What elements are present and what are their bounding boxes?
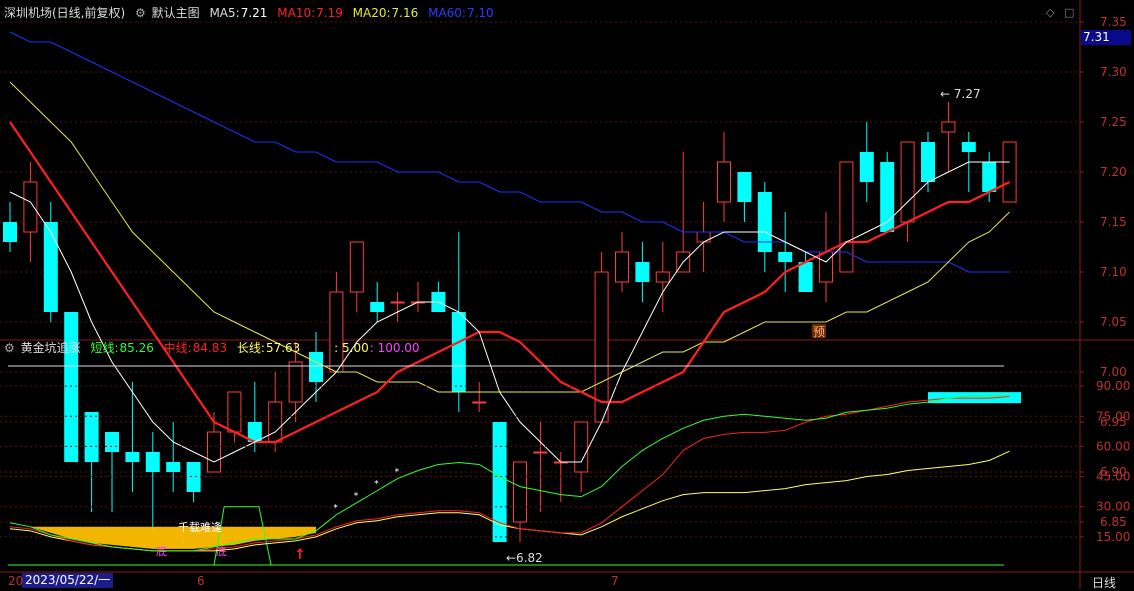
candle-body-down xyxy=(982,162,997,192)
ma60-value: 7.10 xyxy=(466,6,494,20)
buy-arrow-icon: ↑ xyxy=(294,547,306,563)
ma10-line xyxy=(9,121,1011,444)
x-label-year: 20 xyxy=(8,574,24,588)
candle-body-up xyxy=(839,161,854,273)
candle-body-down xyxy=(84,412,99,462)
indicator-gear-icon[interactable]: ⚙ xyxy=(4,341,15,355)
price-tick-label: 6.85 xyxy=(1100,515,1127,529)
long-value: 57.63 xyxy=(265,341,301,355)
indicator-header: ⚙ 黄金坑追涨 短线:85.26 中线:84.83 长线:57.63 : 5.0… xyxy=(4,339,426,357)
candle-body-up xyxy=(329,291,344,373)
star-marker: * xyxy=(354,492,359,502)
candle-body-down xyxy=(737,172,752,202)
ma20-value: 7.16 xyxy=(391,6,419,20)
const2-value: : 100.00 xyxy=(369,341,420,355)
candle-body-down xyxy=(798,262,813,292)
ind-tick-label: 90.00 xyxy=(1096,379,1130,393)
long-label: 长线: xyxy=(236,341,265,355)
diamond-icon[interactable]: ◇ xyxy=(1046,6,1054,19)
candle-body-down xyxy=(166,462,181,472)
star-marker: * xyxy=(333,504,338,514)
candle-body-up xyxy=(574,421,589,473)
price-tick-label: 7.35 xyxy=(1100,15,1127,29)
signal-label: 千载难逢 xyxy=(178,521,222,534)
price-tick-label: 7.10 xyxy=(1100,265,1127,279)
symbol-title: 深圳机场(日线,前复权) xyxy=(4,6,126,20)
price-tick-label: 7.20 xyxy=(1100,165,1127,179)
ind-tick-label: 60.00 xyxy=(1096,439,1130,453)
candle-body-up xyxy=(472,401,487,404)
price-tick-label: 7.25 xyxy=(1100,115,1127,129)
ind-tick-label: 75.00 xyxy=(1096,409,1130,423)
candle-body-up xyxy=(288,361,303,403)
candle-body-up xyxy=(227,391,242,433)
candle-body-up xyxy=(268,401,283,443)
ma5-value: 7.21 xyxy=(240,6,268,20)
candle-body-up xyxy=(900,141,915,223)
candle-body-up xyxy=(1002,141,1017,203)
chart-canvas[interactable]: 7.357.307.257.207.157.107.057.006.956.90… xyxy=(0,0,1134,589)
gear-icon[interactable]: ⚙ xyxy=(135,6,146,20)
current-price-tag: 7.31 xyxy=(1081,30,1131,45)
window-toggle-icon[interactable]: □ xyxy=(1064,6,1074,19)
ma10-value: 7.19 xyxy=(316,6,343,20)
mid-value: 84.83 xyxy=(192,341,228,355)
price-tick-label: 7.00 xyxy=(1100,365,1127,379)
short-label: 短线: xyxy=(90,341,119,355)
candle-body-down xyxy=(778,252,793,262)
pre-badge: 预 xyxy=(813,325,825,339)
candle-body-up xyxy=(513,461,527,523)
low-price-label: ←6.82 xyxy=(506,551,543,565)
crosshair-date-tag: 2023/05/22/一 xyxy=(22,573,114,588)
star-marker: * xyxy=(374,480,379,490)
candle-body-up xyxy=(717,161,731,203)
x-label-july: 7 xyxy=(611,574,619,588)
candle-body-up xyxy=(390,301,405,304)
mid-label: 中线: xyxy=(163,341,192,355)
candle-body-up xyxy=(819,251,833,283)
ind-tick-label: 45.00 xyxy=(1096,470,1130,484)
candle-body-up xyxy=(696,231,711,243)
indicator-title[interactable]: 黄金坑追涨 xyxy=(21,341,81,355)
x-label-june: 6 xyxy=(197,574,205,588)
ind-tick-label: 30.00 xyxy=(1096,500,1130,514)
candle-body-down xyxy=(859,152,874,182)
candle-body-up xyxy=(655,271,670,283)
ma20-label: MA20: xyxy=(352,6,391,20)
candle-body-up xyxy=(533,451,548,454)
candle-body-down xyxy=(64,312,79,462)
candle-body-down xyxy=(757,192,772,252)
high-zone-band xyxy=(928,392,1021,404)
candle-body-up xyxy=(941,121,956,133)
candle-body-down xyxy=(451,312,466,392)
ma60-label: MA60: xyxy=(428,6,466,20)
const1-value: : 5.00 xyxy=(334,341,369,355)
price-tick-label: 7.15 xyxy=(1100,215,1127,229)
candle-body-down xyxy=(105,432,119,452)
price-tick-label: 7.30 xyxy=(1100,65,1127,79)
template-label[interactable]: 默认主图 xyxy=(152,6,200,20)
candle-body-up xyxy=(349,241,364,293)
price-tick-label: 7.05 xyxy=(1100,315,1127,329)
candle-body-down xyxy=(186,462,201,492)
candle-body-down xyxy=(3,222,17,242)
ma5-label: MA5: xyxy=(209,6,240,20)
main-chart-header: 深圳机场(日线,前复权) ⚙ 默认主图 MA5:7.21 MA10:7.19 M… xyxy=(4,4,500,22)
candle-body-up xyxy=(207,431,221,473)
candle-body-up xyxy=(23,181,38,233)
candle-body-down xyxy=(635,262,650,282)
candle-body-down xyxy=(961,142,976,152)
candle-body-down xyxy=(145,452,160,472)
candle-body-up xyxy=(615,251,629,283)
period-label[interactable]: 日线 xyxy=(1092,574,1116,591)
ind-tick-label: 15.00 xyxy=(1096,530,1130,544)
candle-body-down xyxy=(370,302,385,312)
candle-body-down xyxy=(125,452,140,462)
ma10-label: MA10: xyxy=(277,6,316,20)
candle-body-down xyxy=(43,222,58,312)
star-marker: * xyxy=(395,468,400,478)
candle-body-down xyxy=(921,142,935,182)
short-value: 85.26 xyxy=(119,341,154,355)
high-price-label: ← 7.27 xyxy=(940,87,981,101)
